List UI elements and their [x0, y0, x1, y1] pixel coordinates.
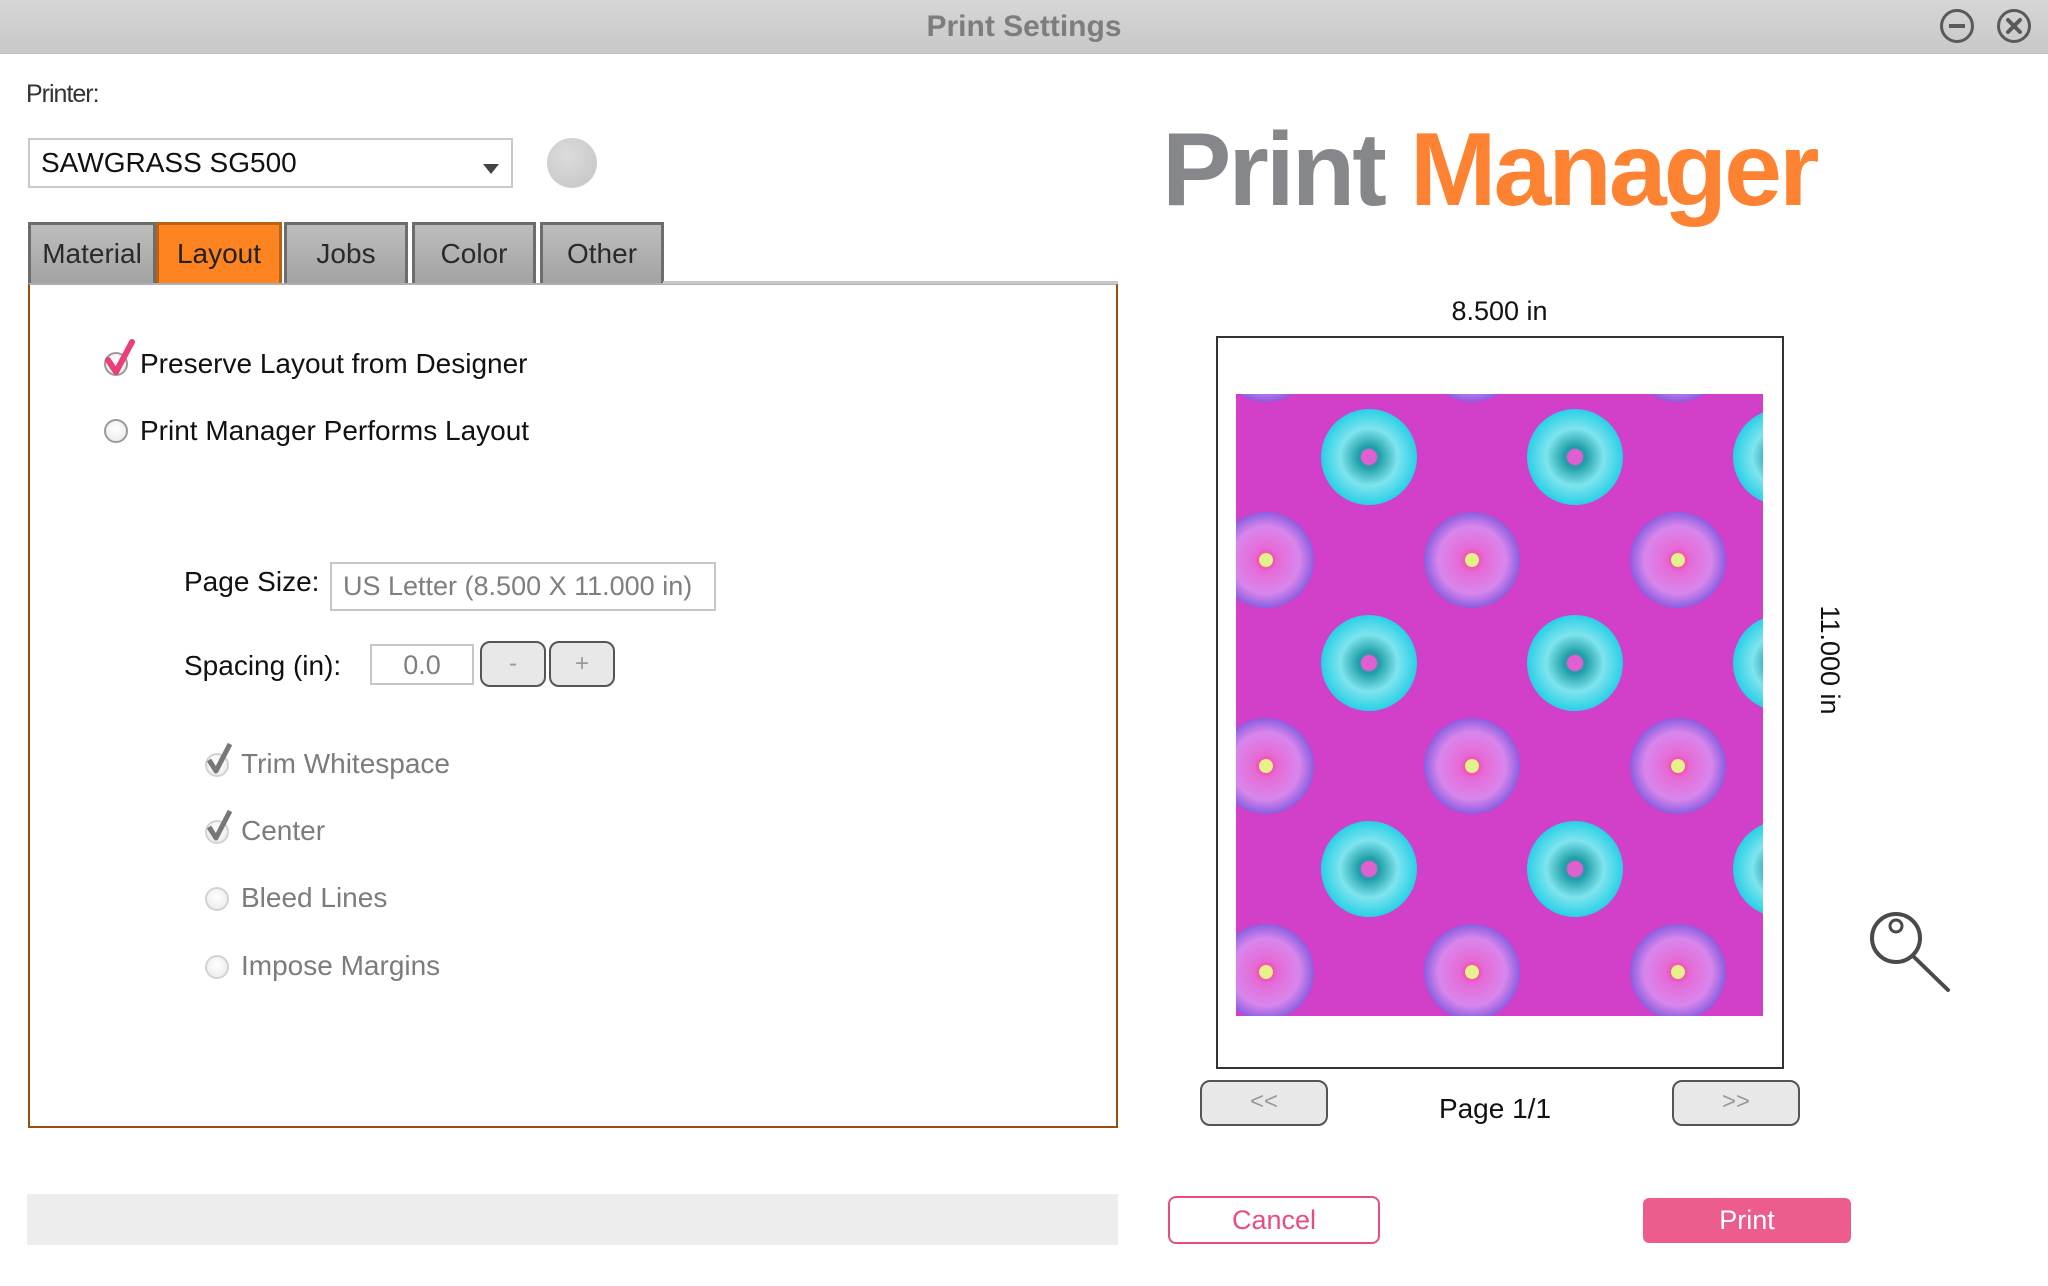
impose-margins-label: Impose Margins — [241, 950, 441, 981]
page-size-label: Page Size: — [184, 566, 320, 597]
checkbox-circle — [205, 887, 229, 911]
tab-material[interactable]: Material — [28, 222, 156, 283]
zoom-preview-button[interactable] — [1866, 908, 1954, 996]
center-checkbox[interactable]: Center — [205, 809, 605, 847]
impose-margins-checkbox[interactable]: Impose Margins — [205, 950, 605, 982]
layout-panel — [28, 283, 1118, 1128]
spacing-label: Spacing (in): — [184, 650, 342, 681]
spacing-decrement-button[interactable]: - — [480, 641, 546, 687]
magnifier-icon — [1870, 912, 1950, 992]
print-button[interactable]: Print — [1643, 1198, 1851, 1243]
page-size-field[interactable]: US Letter (8.500 X 11.000 in) — [330, 562, 716, 611]
page-height-label: 11.000 in — [1815, 605, 1845, 715]
next-page-button[interactable]: >> — [1672, 1080, 1800, 1126]
checkmark-icon — [105, 339, 135, 375]
bleed-lines-label: Bleed Lines — [241, 882, 388, 913]
print-manager-layout-label: Print Manager Performs Layout — [140, 415, 530, 446]
preserve-layout-label: Preserve Layout from Designer — [140, 348, 528, 379]
tab-color[interactable]: Color — [412, 222, 536, 283]
print-manager-logo: Print Manager — [1162, 110, 1820, 230]
page-indicator: Page 1/1 — [1438, 1093, 1552, 1124]
tab-layout[interactable]: Layout — [156, 222, 282, 283]
minus-circle-icon — [1949, 24, 1965, 28]
printer-label: Printer: — [26, 80, 100, 108]
chevron-down-icon — [483, 164, 499, 174]
artwork-image — [1236, 394, 1763, 1016]
logo-manager: Manager — [1409, 112, 1820, 228]
cancel-button[interactable]: Cancel — [1168, 1196, 1380, 1244]
bleed-lines-checkbox[interactable]: Bleed Lines — [205, 882, 605, 914]
preserve-layout-radio[interactable]: Preserve Layout from Designer — [104, 339, 604, 379]
spacing-input[interactable]: 0.0 — [370, 644, 474, 685]
spacing-increment-button[interactable]: + — [549, 641, 615, 687]
tab-other[interactable]: Other — [540, 222, 664, 283]
printer-status-icon — [547, 138, 597, 188]
checkmark-icon — [206, 742, 233, 774]
x-circle-icon — [2006, 18, 2022, 34]
checkmark-icon — [206, 809, 233, 841]
checkbox-circle — [205, 955, 229, 979]
radio-circle — [104, 419, 128, 443]
center-label: Center — [241, 815, 326, 846]
print-manager-layout-radio[interactable]: Print Manager Performs Layout — [104, 415, 604, 446]
window-title: Print Settings — [926, 10, 1122, 43]
page-width-label: 8.500 in — [1451, 296, 1548, 326]
logo-print: Print — [1162, 112, 1387, 228]
printer-select[interactable]: SAWGRASS SG500 — [28, 138, 513, 188]
trim-whitespace-label: Trim Whitespace — [241, 748, 451, 779]
printer-select-value: SAWGRASS SG500 — [41, 147, 297, 178]
close-button[interactable] — [1997, 9, 2031, 43]
progress-bar — [27, 1194, 1118, 1245]
prev-page-button[interactable]: << — [1200, 1080, 1328, 1126]
minimize-button[interactable] — [1940, 9, 1974, 43]
trim-whitespace-checkbox[interactable]: Trim Whitespace — [205, 742, 605, 780]
panel-top-divider — [663, 281, 1118, 284]
tab-jobs[interactable]: Jobs — [284, 222, 408, 283]
